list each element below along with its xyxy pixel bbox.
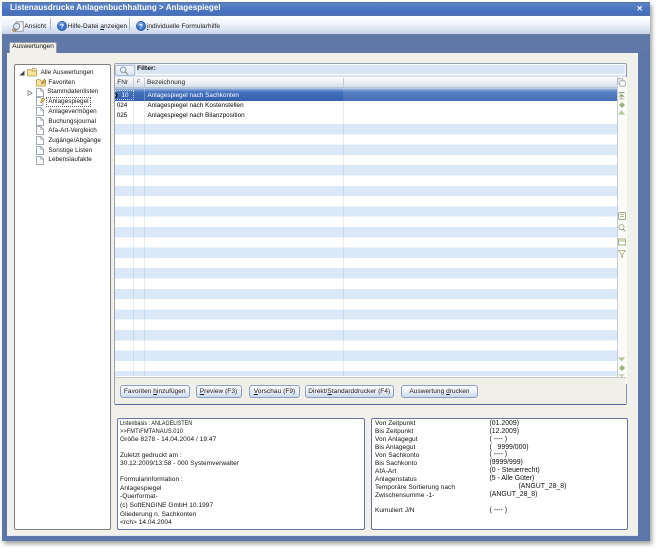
- svg-text:?: ?: [59, 23, 63, 30]
- svg-text:?: ?: [139, 23, 143, 30]
